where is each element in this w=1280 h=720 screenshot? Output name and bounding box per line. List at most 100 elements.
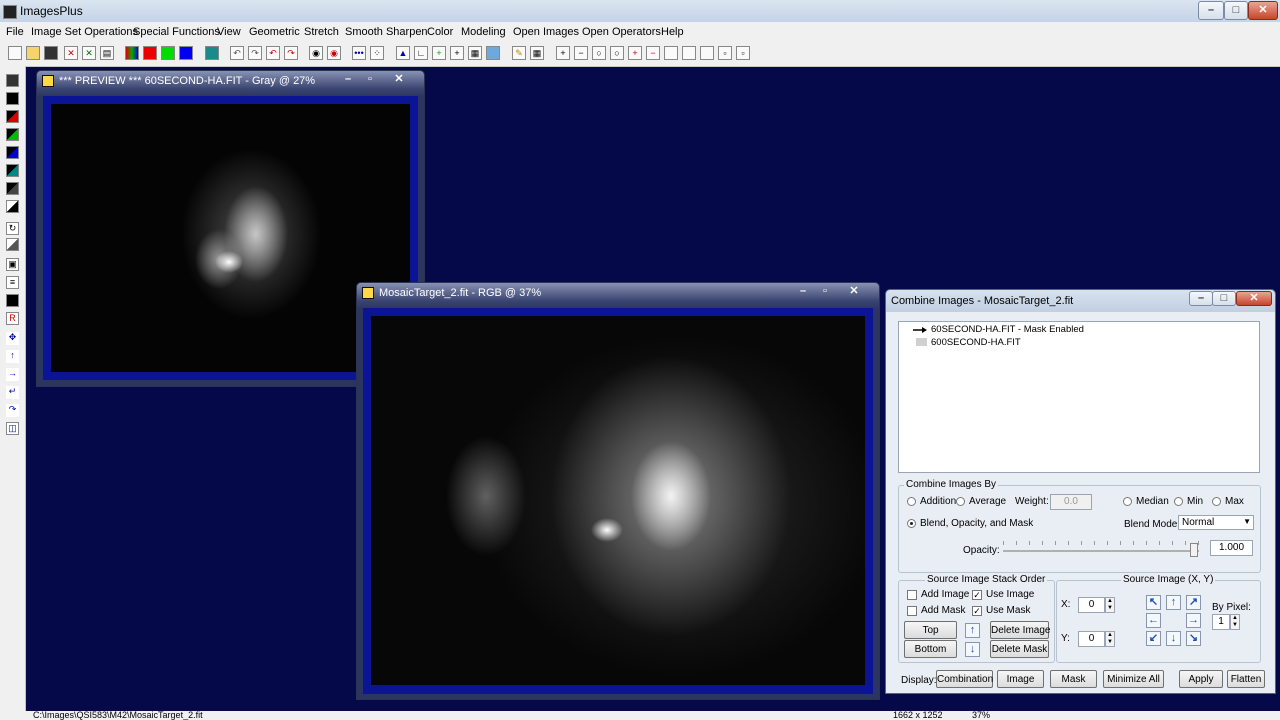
median-radio[interactable] <box>1123 497 1132 506</box>
black-tool-icon[interactable] <box>6 92 19 105</box>
redo-tool-icon[interactable]: ↷ <box>6 404 19 417</box>
dots-icon[interactable]: ••• <box>352 46 366 60</box>
mask-tool-icon[interactable] <box>6 294 19 307</box>
frame-5-icon[interactable]: ▫ <box>736 46 750 60</box>
add-mask-checkbox[interactable] <box>907 606 917 616</box>
select-tool-icon[interactable]: ▣ <box>6 258 19 271</box>
green-tool-icon[interactable] <box>6 128 19 141</box>
expand-icon[interactable]: + <box>628 46 642 60</box>
menu-smooth-sharpen[interactable]: Smooth Sharpen <box>345 26 428 38</box>
mosaic-nebula-image[interactable] <box>371 316 865 685</box>
plus-icon[interactable]: + <box>432 46 446 60</box>
cyan-tool-icon[interactable] <box>6 164 19 177</box>
frame-2-icon[interactable] <box>682 46 696 60</box>
mark-icon[interactable]: ◉ <box>327 46 341 60</box>
zoom-actual-icon[interactable]: ○ <box>610 46 624 60</box>
app-minimize-button[interactable]: – <box>1198 1 1224 20</box>
grid-icon[interactable] <box>205 46 219 60</box>
arrow-up-icon[interactable]: ↑ <box>1166 595 1181 610</box>
return-tool-icon[interactable]: ↵ <box>6 386 19 399</box>
top-button[interactable]: Top <box>904 621 957 639</box>
menu-open-images[interactable]: Open Images <box>513 26 579 38</box>
cross-icon[interactable]: + <box>450 46 464 60</box>
by-pixel-spinner[interactable]: ▲ ▼ <box>1230 614 1240 630</box>
info-tool-icon[interactable]: ◫ <box>6 422 19 435</box>
histogram-icon[interactable]: ▲ <box>396 46 410 60</box>
image-button[interactable]: Image <box>997 670 1044 688</box>
combine-maximize-button[interactable]: □ <box>1212 291 1236 306</box>
by-pixel-field[interactable]: 1 <box>1212 614 1230 630</box>
save-icon[interactable] <box>44 46 58 60</box>
bottom-button[interactable]: Bottom <box>904 640 957 658</box>
blue-channel-icon[interactable] <box>179 46 193 60</box>
combine-minimize-button[interactable]: – <box>1189 291 1213 306</box>
blend-radio[interactable] <box>907 519 916 528</box>
preview-close-button[interactable]: ✕ <box>387 73 411 87</box>
pencil-icon[interactable]: ✎ <box>512 46 526 60</box>
preview-maximize-button[interactable]: ▫ <box>358 73 382 87</box>
menu-help[interactable]: Help <box>661 26 684 38</box>
gray-tool-icon[interactable] <box>6 182 19 195</box>
right-tool-icon[interactable]: → <box>6 368 19 381</box>
frame-3-icon[interactable] <box>700 46 714 60</box>
menu-open-operators[interactable]: Open Operators <box>582 26 661 38</box>
close-all-icon[interactable]: ✕ <box>82 46 96 60</box>
target-icon[interactable]: ◉ <box>309 46 323 60</box>
redo-all-icon[interactable]: ↷ <box>284 46 298 60</box>
preview-minimize-button[interactable]: – <box>336 73 360 87</box>
tree-item-mask-enabled[interactable]: 60SECOND-HA.FIT - Mask Enabled <box>931 324 1084 335</box>
add-image-checkbox[interactable] <box>907 590 917 600</box>
mosaic-window[interactable]: MosaicTarget_2.fit - RGB @ 37% – ▫ ✕ <box>356 282 880 700</box>
combine-close-button[interactable]: ✕ <box>1236 291 1272 306</box>
green-channel-icon[interactable] <box>161 46 175 60</box>
menu-stretch[interactable]: Stretch <box>304 26 339 38</box>
menu-color[interactable]: Color <box>427 26 453 38</box>
delete-mask-button[interactable]: Delete Mask <box>990 640 1049 658</box>
arrow-up-icon[interactable]: ↑ <box>965 623 980 638</box>
weight-field[interactable]: 0.0 <box>1050 494 1092 510</box>
shrink-icon[interactable]: − <box>646 46 660 60</box>
blend-mode-select[interactable]: Normal ▼ <box>1178 515 1254 530</box>
flatten-button[interactable]: Flatten <box>1227 670 1265 688</box>
image-tree[interactable]: 60SECOND-HA.FIT - Mask Enabled 600SECOND… <box>898 321 1260 473</box>
crosshair-icon[interactable]: ⁘ <box>370 46 384 60</box>
rotate-tool-icon[interactable]: ↻ <box>6 222 19 235</box>
frame-1-icon[interactable] <box>664 46 678 60</box>
crop-tool-icon[interactable]: R <box>6 312 19 325</box>
red-tool-icon[interactable] <box>6 110 19 123</box>
opacity-slider-thumb[interactable] <box>1190 543 1198 557</box>
table-icon[interactable]: ▦ <box>468 46 482 60</box>
y-field[interactable]: 0 <box>1078 631 1105 647</box>
menu-image-set-operations[interactable]: Image Set Operations <box>31 26 138 38</box>
red-channel-icon[interactable] <box>143 46 157 60</box>
blue-tool-icon[interactable] <box>6 146 19 159</box>
zoom-in-icon[interactable]: + <box>556 46 570 60</box>
arrow-down-right-icon[interactable]: ↘ <box>1186 631 1201 646</box>
menu-special-functions[interactable]: Special Functions <box>133 26 220 38</box>
zoom-out-icon[interactable]: − <box>574 46 588 60</box>
y-spinner[interactable]: ▲ ▼ <box>1105 631 1115 647</box>
x-field[interactable]: 0 <box>1078 597 1105 613</box>
menu-view[interactable]: View <box>217 26 241 38</box>
app-close-button[interactable]: ✕ <box>1248 1 1278 20</box>
tree-item-600second[interactable]: 600SECOND-HA.FIT <box>931 337 1021 348</box>
arrow-up-right-icon[interactable]: ↗ <box>1186 595 1201 610</box>
close-image-icon[interactable]: ✕ <box>64 46 78 60</box>
print-icon[interactable]: ▤ <box>100 46 114 60</box>
combination-button[interactable]: Combination <box>936 670 993 688</box>
use-image-checkbox[interactable]: ✓ <box>972 590 982 600</box>
opacity-slider[interactable] <box>1003 550 1199 552</box>
opacity-field[interactable]: 1.000 <box>1210 540 1253 556</box>
apply-button[interactable]: Apply <box>1179 670 1223 688</box>
arrow-down-icon[interactable]: ↓ <box>965 642 980 657</box>
arrow-down-left-icon[interactable]: ↙ <box>1146 631 1161 646</box>
arrow-up-left-icon[interactable]: ↖ <box>1146 595 1161 610</box>
menu-geometric[interactable]: Geometric <box>249 26 300 38</box>
min-radio[interactable] <box>1174 497 1183 506</box>
mosaic-maximize-button[interactable]: ▫ <box>813 285 837 299</box>
move-tool-icon[interactable]: ✥ <box>6 332 19 345</box>
x-spinner[interactable]: ▲ ▼ <box>1105 597 1115 613</box>
menu-modeling[interactable]: Modeling <box>461 26 506 38</box>
addition-radio[interactable] <box>907 497 916 506</box>
new-file-icon[interactable] <box>8 46 22 60</box>
